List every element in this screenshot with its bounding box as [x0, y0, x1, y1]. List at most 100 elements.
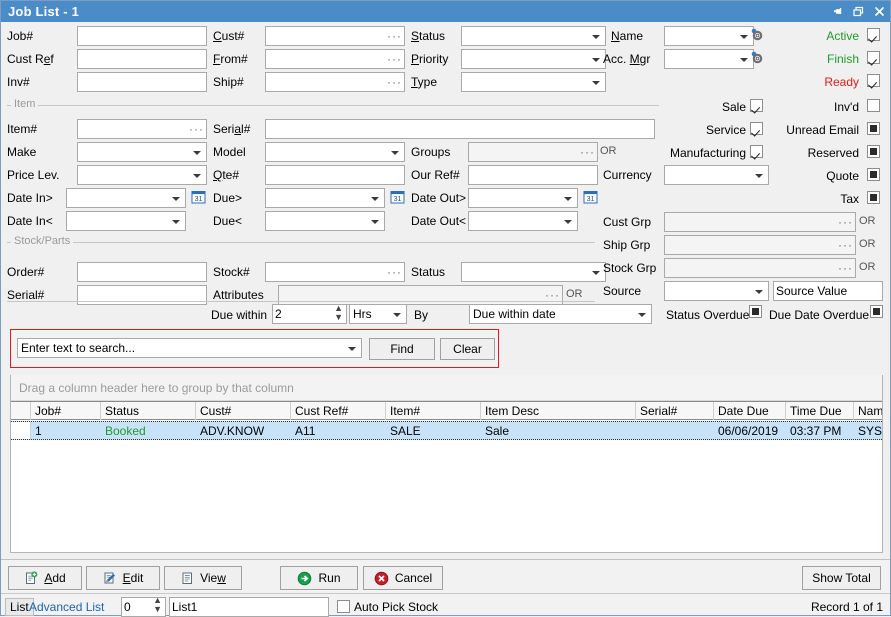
groups-ellipsis-icon[interactable]: ···: [580, 143, 595, 161]
groups-input[interactable]: ···: [468, 142, 598, 162]
list-name-input[interactable]: List1: [169, 597, 329, 617]
ship-no-input[interactable]: ···: [265, 72, 405, 92]
stock-no-ellipsis-icon[interactable]: ···: [387, 263, 402, 281]
grid-header-date-due[interactable]: Date Due: [714, 402, 786, 420]
invd-checkbox[interactable]: [867, 99, 880, 112]
stock-grp-input[interactable]: ···: [664, 258, 856, 278]
status-overdue-checkbox[interactable]: [749, 305, 762, 318]
make-combo[interactable]: [77, 142, 207, 162]
find-button[interactable]: Find: [369, 338, 435, 360]
grid-header-item-no[interactable]: Item#: [386, 402, 481, 420]
cell-item-desc: Sale: [481, 422, 636, 440]
attributes-input[interactable]: ···: [278, 285, 563, 305]
job-no-input[interactable]: [77, 26, 207, 46]
grid-header-name[interactable]: Name: [854, 402, 882, 420]
due-gt-combo[interactable]: [265, 188, 385, 208]
grid-header-item-desc[interactable]: Item Desc: [481, 402, 636, 420]
from-no-ellipsis-icon[interactable]: ···: [387, 50, 402, 68]
job-list-window: Job List - 1 Job# Cust# ··· Status Name …: [0, 0, 891, 616]
by-combo[interactable]: Due within date: [469, 304, 652, 324]
reserved-checkbox[interactable]: [867, 145, 880, 158]
date-in-gt-calendar-icon[interactable]: 31: [191, 189, 206, 204]
grid-header-serial-no[interactable]: Serial#: [636, 402, 714, 420]
ship-grp-input[interactable]: ···: [664, 235, 856, 255]
label-sale: Sale: [661, 100, 746, 114]
name-combo[interactable]: [664, 26, 754, 46]
counter-spinner-icon[interactable]: ▲▼: [153, 597, 162, 614]
cust-no-input[interactable]: ···: [265, 26, 405, 46]
ship-grp-ellipsis-icon[interactable]: ···: [838, 236, 853, 254]
grid-header-status[interactable]: Status: [101, 402, 196, 420]
stock-group-caption: Stock/Parts: [11, 235, 73, 247]
auto-pick-stock-checkbox[interactable]: [337, 600, 350, 613]
cust-grp-ellipsis-icon[interactable]: ···: [838, 213, 853, 231]
grid-header-cust-ref[interactable]: Cust Ref#: [291, 402, 386, 420]
due-date-overdue-checkbox[interactable]: [870, 305, 883, 318]
stock-status-combo[interactable]: [461, 262, 606, 282]
price-lev-combo[interactable]: [77, 165, 207, 185]
due-within-spinner-icon[interactable]: ▲▼: [334, 304, 343, 322]
our-ref-no-input[interactable]: [468, 165, 598, 185]
edit-button[interactable]: Edit: [86, 566, 160, 590]
ready-checkbox[interactable]: [867, 74, 880, 87]
source-value-input[interactable]: Source Value: [773, 281, 883, 301]
show-total-button[interactable]: Show Total: [802, 566, 881, 590]
ship-no-ellipsis-icon[interactable]: ···: [387, 73, 402, 91]
table-row[interactable]: 1 Booked ADV.KNOW A11 SALE Sale 06/06/20…: [11, 421, 882, 440]
due-within-input[interactable]: 2 ▲▼: [272, 304, 347, 324]
title-bar: Job List - 1: [1, 1, 890, 22]
grid-header-cust-no[interactable]: Cust#: [196, 402, 291, 420]
active-checkbox[interactable]: [867, 28, 880, 41]
date-out-gt-combo[interactable]: [468, 188, 578, 208]
group-by-drop-area[interactable]: Drag a column header here to group by th…: [11, 375, 882, 401]
restore-icon[interactable]: [848, 2, 869, 21]
clear-button[interactable]: Clear: [440, 338, 495, 360]
date-in-gt-combo[interactable]: [66, 188, 186, 208]
view-button[interactable]: View: [164, 566, 242, 590]
edit-button-label: Edit: [123, 571, 144, 585]
finish-checkbox[interactable]: [867, 51, 880, 64]
status-combo[interactable]: [461, 26, 606, 46]
currency-combo[interactable]: [664, 165, 769, 185]
acc-mgr-combo[interactable]: [664, 49, 754, 69]
item-no-ellipsis-icon[interactable]: ···: [189, 120, 204, 138]
tab-advanced-list[interactable]: Advanced List: [29, 600, 104, 614]
due-within-unit-combo[interactable]: Hrs: [349, 304, 407, 324]
source-combo[interactable]: [664, 281, 769, 301]
grid-header-job-no[interactable]: Job#: [31, 402, 101, 420]
cancel-button[interactable]: Cancel: [363, 566, 443, 590]
cust-no-ellipsis-icon[interactable]: ···: [387, 27, 402, 45]
type-combo[interactable]: [461, 72, 606, 92]
due-gt-calendar-icon[interactable]: 31: [390, 189, 405, 204]
model-combo[interactable]: [265, 142, 405, 162]
label-date-out-lt: Date Out<: [411, 214, 466, 228]
tax-checkbox[interactable]: [867, 191, 880, 204]
priority-combo[interactable]: [461, 49, 606, 69]
date-in-lt-combo[interactable]: [66, 211, 186, 231]
item-serial-no-input[interactable]: [265, 119, 655, 139]
grid-header-time-due[interactable]: Time Due: [786, 402, 854, 420]
due-lt-combo[interactable]: [265, 211, 385, 231]
item-no-input[interactable]: ···: [77, 119, 207, 139]
order-no-input[interactable]: [77, 262, 207, 282]
grid-header-indicator: [11, 402, 31, 420]
date-out-gt-calendar-icon[interactable]: 31: [583, 189, 598, 204]
unread-email-checkbox[interactable]: [867, 122, 880, 135]
add-button-label: Add: [44, 571, 65, 585]
inv-no-input[interactable]: [77, 72, 207, 92]
add-button[interactable]: Add: [8, 566, 82, 590]
stock-serial-no-input[interactable]: [77, 285, 207, 305]
cust-grp-input[interactable]: ···: [664, 212, 856, 232]
stock-grp-ellipsis-icon[interactable]: ···: [838, 259, 853, 277]
counter-stepper[interactable]: 0 ▲▼: [121, 597, 166, 617]
stock-no-input[interactable]: ···: [265, 262, 405, 282]
quote-checkbox[interactable]: [867, 168, 880, 181]
qte-no-input[interactable]: [265, 165, 405, 185]
cust-ref-input[interactable]: [77, 49, 207, 69]
run-button[interactable]: Run: [280, 566, 358, 590]
date-out-lt-combo[interactable]: [468, 211, 578, 231]
search-input[interactable]: Enter text to search...: [17, 338, 362, 358]
close-icon[interactable]: [869, 2, 890, 21]
pin-icon[interactable]: [827, 2, 848, 21]
from-no-input[interactable]: ···: [265, 49, 405, 69]
